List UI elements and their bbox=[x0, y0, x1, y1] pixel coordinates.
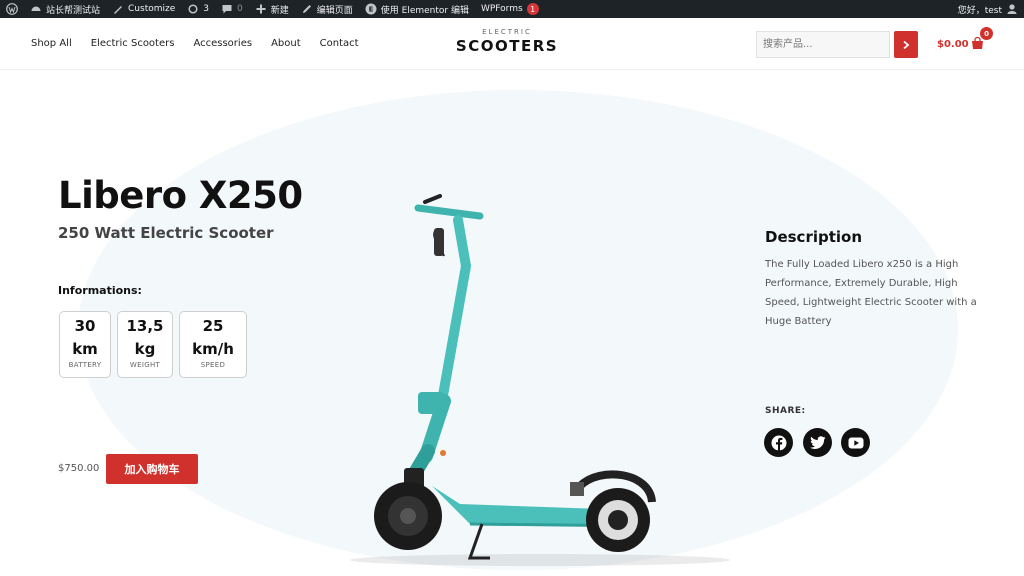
greeting: 您好，test bbox=[957, 5, 1002, 16]
wpforms-label: WPForms bbox=[480, 4, 523, 14]
add-to-cart-button[interactable]: 加入购物车 bbox=[106, 454, 198, 484]
spec-battery: 30 km BATTERY bbox=[59, 311, 111, 378]
facebook-share-button[interactable] bbox=[764, 428, 793, 457]
informations-label: Informations: bbox=[58, 284, 142, 297]
new-label: 新建 bbox=[270, 5, 289, 16]
spec-value: 30 bbox=[74, 317, 96, 335]
share-label: SHARE: bbox=[765, 406, 806, 416]
facebook-icon bbox=[771, 435, 786, 450]
comment-icon bbox=[222, 5, 232, 14]
spec-value: 25 bbox=[202, 317, 224, 335]
wp-logo-button[interactable] bbox=[0, 0, 24, 18]
comments-link[interactable]: 0 bbox=[215, 0, 249, 18]
spec-label: BATTERY bbox=[68, 361, 102, 369]
nav-accessories[interactable]: Accessories bbox=[193, 38, 252, 49]
refresh-icon bbox=[188, 4, 198, 14]
site-header: Shop All Electric Scooters Accessories A… bbox=[0, 18, 1024, 70]
spec-weight: 13,5 kg WEIGHT bbox=[117, 311, 173, 378]
nav-about[interactable]: About bbox=[271, 38, 301, 49]
site-name-link[interactable]: 站长帮测试站 bbox=[24, 0, 106, 18]
description-text: The Fully Loaded Libero x250 is a High P… bbox=[765, 259, 977, 327]
logo-big-text: SCOOTERS bbox=[455, 37, 559, 55]
product-price: $750.00 bbox=[58, 463, 100, 474]
comments-count: 0 bbox=[237, 4, 243, 14]
cart-total[interactable]: $0.00 bbox=[937, 39, 969, 50]
svg-text:E: E bbox=[368, 6, 373, 14]
wpforms-link[interactable]: WPForms 1 bbox=[475, 0, 545, 18]
edit-page-label: 编辑页面 bbox=[316, 5, 353, 16]
logo-small-text: ELECTRIC bbox=[482, 28, 532, 36]
nav-contact[interactable]: Contact bbox=[320, 38, 359, 49]
product-title: Libero X250 bbox=[58, 174, 303, 217]
search-submit-button[interactable] bbox=[894, 31, 918, 58]
customize-link[interactable]: Customize bbox=[106, 0, 181, 18]
brush-icon bbox=[114, 6, 123, 14]
wpforms-badge: 1 bbox=[526, 3, 539, 15]
updates-count: 3 bbox=[203, 4, 209, 14]
user-avatar-icon bbox=[1007, 4, 1017, 14]
pencil-icon bbox=[302, 5, 311, 13]
spec-unit: km bbox=[72, 340, 98, 358]
chevron-right-icon bbox=[903, 40, 910, 49]
spec-speed: 25 km/h SPEED bbox=[179, 311, 247, 378]
spec-label: WEIGHT bbox=[129, 361, 161, 369]
account-link[interactable]: 您好，test bbox=[958, 3, 1024, 16]
customize-label: Customize bbox=[128, 4, 176, 14]
wordpress-icon bbox=[6, 3, 18, 15]
product-subtitle: 250 Watt Electric Scooter bbox=[58, 224, 274, 242]
elementor-icon: E bbox=[365, 3, 377, 15]
youtube-share-button[interactable] bbox=[841, 428, 870, 457]
description-title: Description bbox=[765, 228, 863, 246]
scooter-image bbox=[350, 194, 730, 566]
twitter-icon bbox=[809, 435, 825, 449]
site-logo[interactable]: ELECTRIC SCOOTERS bbox=[455, 28, 559, 55]
spec-unit: kg bbox=[134, 340, 156, 358]
elementor-edit-link[interactable]: E 使用 Elementor 编辑 bbox=[359, 0, 475, 18]
youtube-icon bbox=[848, 437, 863, 448]
site-name: 站长帮测试站 bbox=[46, 5, 101, 16]
plus-icon bbox=[256, 4, 266, 14]
updates-link[interactable]: 3 bbox=[181, 0, 215, 18]
twitter-share-button[interactable] bbox=[803, 428, 832, 457]
new-content-link[interactable]: 新建 bbox=[249, 0, 295, 18]
dashboard-icon bbox=[31, 6, 41, 11]
spec-value: 13,5 bbox=[126, 317, 164, 335]
spec-label: SPEED bbox=[200, 361, 226, 369]
nav-electric-scooters[interactable]: Electric Scooters bbox=[91, 38, 175, 49]
wp-admin-bar: 站长帮测试站 Customize 3 0 新建 编辑页面 E 使用 Elemen… bbox=[0, 0, 1024, 18]
product-search-input[interactable] bbox=[756, 31, 890, 58]
edit-page-link[interactable]: 编辑页面 bbox=[295, 0, 359, 18]
nav-shop-all[interactable]: Shop All bbox=[31, 38, 72, 49]
cart-count-badge: 0 bbox=[980, 27, 993, 40]
spec-unit: km/h bbox=[192, 340, 234, 358]
elementor-edit-label: 使用 Elementor 编辑 bbox=[380, 5, 469, 16]
main-nav: Shop All Electric Scooters Accessories A… bbox=[31, 38, 359, 49]
